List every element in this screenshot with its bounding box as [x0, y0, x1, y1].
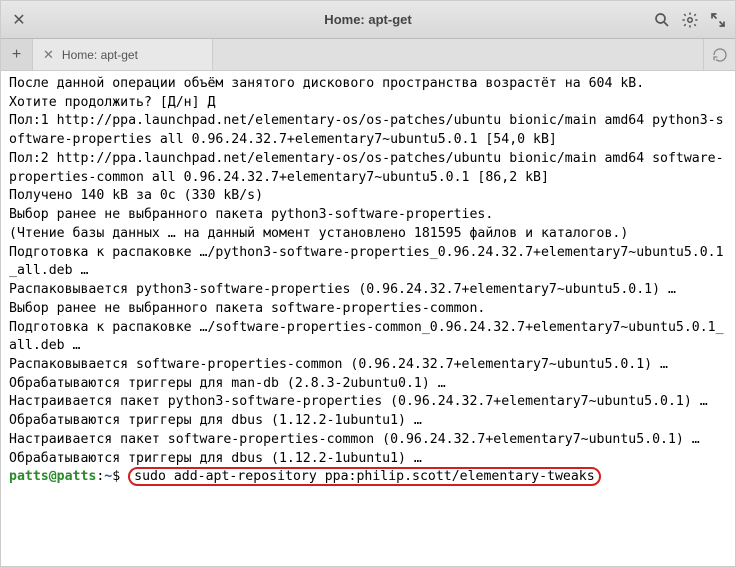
new-tab-button[interactable]: + [1, 39, 33, 70]
terminal-line: Распаковывается software-properties-comm… [9, 356, 727, 375]
window-title: Home: apt-get [324, 12, 411, 27]
search-icon[interactable] [653, 11, 671, 29]
close-icon[interactable]: ✕ [9, 10, 29, 30]
tab-home-apt-get[interactable]: ✕ Home: apt-get [33, 39, 213, 70]
terminal-line: Подготовка к распаковке …/software-prope… [9, 319, 727, 356]
titlebar: ✕ Home: apt-get [1, 1, 735, 39]
tab-spacer [213, 39, 703, 70]
tab-label: Home: apt-get [62, 48, 138, 62]
prompt-line: patts@patts:~$ sudo add-apt-repository p… [9, 468, 727, 487]
command-highlight: sudo add-apt-repository ppa:philip.scott… [128, 467, 601, 486]
terminal-line: Обрабатываются триггеры для dbus (1.12.2… [9, 450, 727, 469]
maximize-icon[interactable] [709, 11, 727, 29]
terminal-line: Получено 140 kB за 0с (330 kB/s) [9, 187, 727, 206]
terminal-line: Настраивается пакет software-properties-… [9, 431, 727, 450]
terminal-output[interactable]: После данной операции объём занятого дис… [1, 71, 735, 566]
terminal-line: Обрабатываются триггеры для dbus (1.12.2… [9, 412, 727, 431]
refresh-icon[interactable] [703, 39, 735, 70]
prompt-user: patts@patts [9, 469, 96, 484]
terminal-line: Выбор ранее не выбранного пакета python3… [9, 206, 727, 225]
tab-close-icon[interactable]: ✕ [43, 47, 54, 63]
terminal-line: Обрабатываются триггеры для man-db (2.8.… [9, 375, 727, 394]
terminal-line: Пол:1 http://ppa.launchpad.net/elementar… [9, 112, 727, 149]
terminal-line: Хотите продолжить? [Д/н] Д [9, 94, 727, 113]
gear-icon[interactable] [681, 11, 699, 29]
terminal-line: (Чтение базы данных … на данный момент у… [9, 225, 727, 244]
terminal-line: Выбор ранее не выбранного пакета softwar… [9, 300, 727, 319]
terminal-line: Настраивается пакет python3-software-pro… [9, 393, 727, 412]
prompt-symbol: $ [112, 469, 120, 484]
titlebar-actions [653, 11, 727, 29]
terminal-line: Распаковывается python3-software-propert… [9, 281, 727, 300]
terminal-line: Подготовка к распаковке …/python3-softwa… [9, 244, 727, 281]
terminal-line: Пол:2 http://ppa.launchpad.net/elementar… [9, 150, 727, 187]
tabbar: + ✕ Home: apt-get [1, 39, 735, 71]
terminal-line: После данной операции объём занятого дис… [9, 75, 727, 94]
